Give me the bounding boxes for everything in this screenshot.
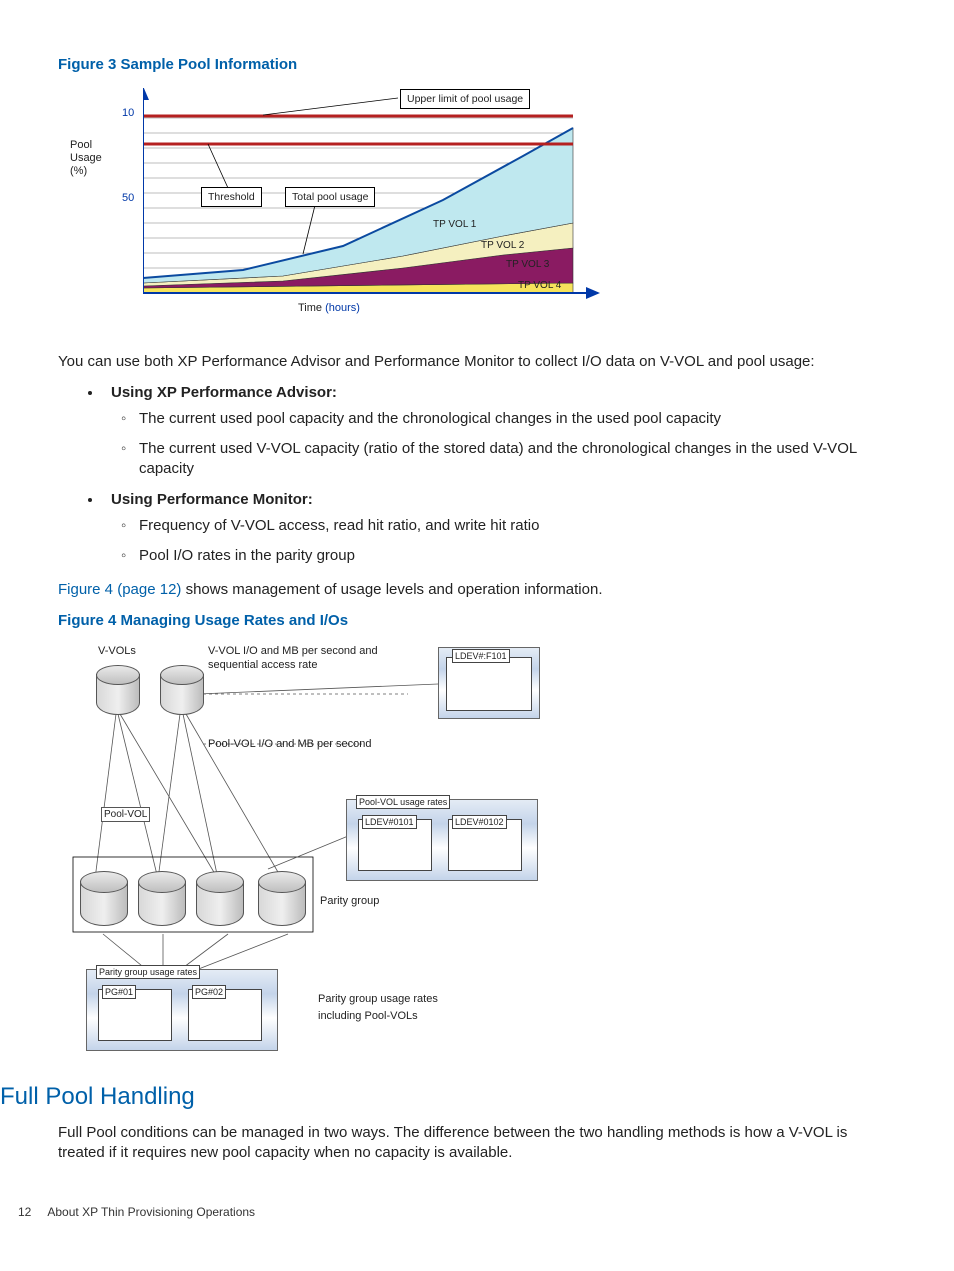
series-v1: TP VOL 1 bbox=[433, 218, 476, 232]
legend-ldev2: LDEV#0102 bbox=[452, 815, 507, 829]
crossref-paragraph: Figure 4 (page 12) shows management of u… bbox=[58, 580, 896, 600]
crossref-tail: shows management of usage levels and ope… bbox=[181, 581, 602, 598]
pm-title: Using Performance Monitor: bbox=[111, 491, 313, 508]
label-pg-note: Parity group usage rates including Pool-… bbox=[318, 991, 438, 1026]
callout-upper-limit: Upper limit of pool usage bbox=[400, 89, 530, 109]
callout-total-pool: Total pool usage bbox=[285, 187, 375, 207]
legend-pg2: PG#02 bbox=[192, 985, 226, 999]
list-pa: Using XP Performance Advisor: The curren… bbox=[103, 383, 896, 480]
ytick-10: 10 bbox=[122, 106, 134, 121]
section-paragraph: Full Pool conditions can be managed in t… bbox=[58, 1123, 896, 1164]
callout-threshold: Threshold bbox=[201, 187, 262, 207]
pa-item-2: The current used V-VOL capacity (ratio o… bbox=[139, 439, 896, 480]
series-v2: TP VOL 2 bbox=[481, 239, 524, 253]
intro-paragraph: You can use both XP Performance Advisor … bbox=[58, 352, 896, 372]
legend-ldev-top: LDEV#:F101 bbox=[452, 649, 510, 663]
figure3-title: Figure 3 Sample Pool Information bbox=[58, 55, 896, 75]
label-poolvol: Pool-VOL bbox=[101, 807, 150, 823]
ytick-50: 50 bbox=[122, 191, 134, 206]
yaxis-title: Pool Usage (%) bbox=[70, 139, 102, 177]
label-vvol-io: V-VOL I/O and MB per second and sequenti… bbox=[208, 644, 378, 673]
legend-poolvol-rates: Pool-VOL usage rates bbox=[356, 795, 450, 809]
list-pm: Using Performance Monitor: Frequency of … bbox=[103, 490, 896, 567]
page-footer: 12 About XP Thin Provisioning Operations bbox=[18, 1204, 896, 1220]
label-parity-group: Parity group bbox=[320, 894, 379, 909]
footer-page: 12 bbox=[18, 1205, 31, 1219]
pa-title: Using XP Performance Advisor: bbox=[111, 384, 337, 401]
crossref-link[interactable]: Figure 4 (page 12) bbox=[58, 581, 181, 598]
xaxis-unit: (hours) bbox=[325, 302, 360, 314]
legend-ldev1: LDEV#0101 bbox=[362, 815, 417, 829]
figure3-chart: Pool Usage (%) 10 50 bbox=[88, 83, 618, 338]
figure4-title: Figure 4 Managing Usage Rates and I/Os bbox=[58, 611, 896, 631]
footer-chapter: About XP Thin Provisioning Operations bbox=[47, 1205, 255, 1219]
pm-item-1: Frequency of V-VOL access, read hit rati… bbox=[139, 516, 896, 536]
legend-pg1: PG#01 bbox=[102, 985, 136, 999]
series-v4: TP VOL 4 bbox=[518, 279, 561, 293]
pa-item-1: The current used pool capacity and the c… bbox=[139, 409, 896, 429]
figure4-diagram: V-VOLs V-VOL I/O and MB per second and s… bbox=[68, 639, 588, 1059]
section-heading: Full Pool Handling bbox=[0, 1081, 896, 1113]
xaxis-label: Time bbox=[298, 302, 322, 314]
series-v3: TP VOL 3 bbox=[506, 258, 549, 272]
legend-pg-rates: Parity group usage rates bbox=[96, 965, 200, 979]
label-poolvol-io: Pool-VOL I/O and MB per second bbox=[208, 737, 371, 752]
label-vvols: V-VOLs bbox=[98, 644, 136, 659]
pm-item-2: Pool I/O rates in the parity group bbox=[139, 546, 896, 566]
